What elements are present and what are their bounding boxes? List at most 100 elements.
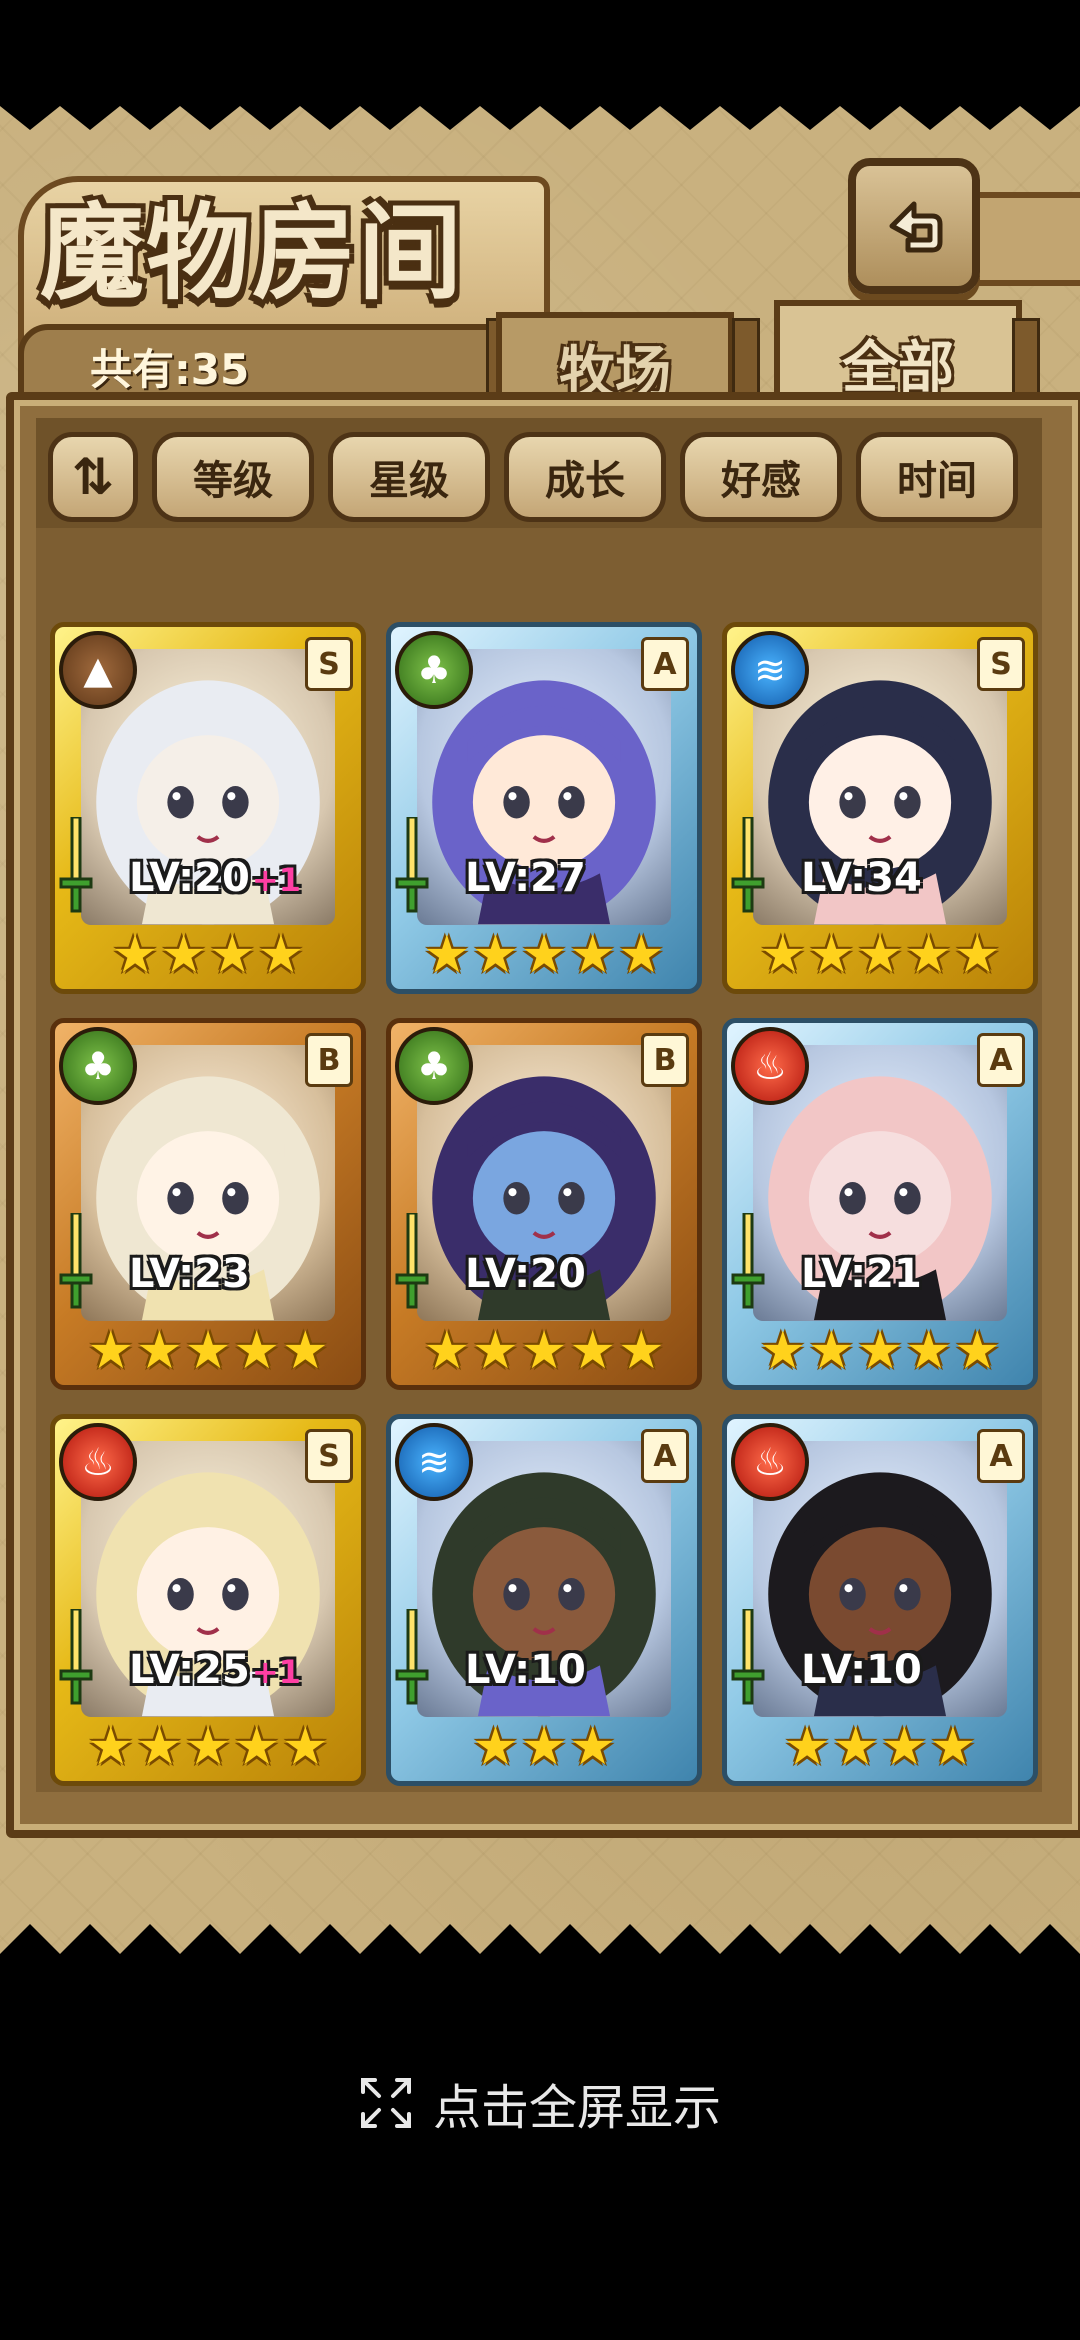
- filter-affection-button[interactable]: 好感: [680, 432, 842, 522]
- star-icon: ★: [617, 1321, 665, 1381]
- rank-badge: B: [305, 1033, 353, 1087]
- star-icon: ★: [233, 1321, 280, 1381]
- earth-element-icon: ▲: [59, 631, 137, 709]
- monster-card[interactable]: ≋ S LV:34 ★ ★ ★ ★ ★: [722, 622, 1038, 994]
- star-icon: ★: [111, 925, 159, 985]
- fullscreen-expand-icon: [360, 2078, 411, 2128]
- sword-icon: [59, 1609, 93, 1705]
- sort-order-toggle[interactable]: ⇅: [48, 432, 138, 522]
- monster-card[interactable]: ♨ A LV:10 ★ ★ ★ ★: [722, 1414, 1038, 1786]
- star-icon: ★: [569, 1717, 616, 1777]
- monster-level-value: LV:10: [465, 1647, 586, 1693]
- torn-paper-edge-bottom: [0, 1924, 1080, 1994]
- star-icon: ★: [929, 1717, 977, 1777]
- star-icon: ★: [136, 1321, 183, 1381]
- rank-badge: S: [305, 1429, 353, 1483]
- star-icon: ★: [472, 1321, 519, 1381]
- star-icon: ★: [520, 1717, 568, 1777]
- monster-count: 共有:35: [90, 345, 250, 394]
- star-rating: ★ ★ ★ ★ ★: [55, 1323, 361, 1379]
- star-icon: ★: [87, 1321, 135, 1381]
- filter-affection-label: 好感: [721, 458, 801, 504]
- monster-card[interactable]: ≋ A LV:10 ★ ★ ★: [386, 1414, 702, 1786]
- monster-level-value: LV:21: [801, 1251, 922, 1297]
- star-icon: ★: [184, 1717, 232, 1777]
- star-rating: ★ ★ ★: [391, 1719, 697, 1775]
- filter-level-button[interactable]: 等级: [152, 432, 314, 522]
- monster-card[interactable]: ♣ B LV:23 ★ ★ ★ ★ ★: [50, 1018, 366, 1390]
- filter-level-label: 等级: [193, 458, 273, 504]
- monster-level-value: LV:23: [129, 1251, 250, 1297]
- star-icon: ★: [856, 1321, 904, 1381]
- star-icon: ★: [520, 1321, 568, 1381]
- rank-badge: A: [977, 1033, 1025, 1087]
- monster-level: LV:25+1: [129, 1647, 301, 1693]
- monster-level: LV:10: [801, 1647, 922, 1693]
- level-bonus: +1: [251, 1653, 301, 1691]
- sword-icon: [731, 1609, 765, 1705]
- star-icon: ★: [808, 1321, 855, 1381]
- wood-element-icon: ♣: [59, 1027, 137, 1105]
- monster-card[interactable]: ♨ A LV:21 ★ ★ ★ ★ ★: [722, 1018, 1038, 1390]
- star-icon: ★: [233, 1717, 280, 1777]
- star-icon: ★: [881, 1717, 928, 1777]
- star-icon: ★: [953, 925, 1001, 985]
- monster-card[interactable]: ♨ S LV:25+1 ★ ★ ★ ★ ★: [50, 1414, 366, 1786]
- filter-star-label: 星级: [369, 458, 449, 504]
- monster-level-value: LV:34: [801, 855, 922, 901]
- star-icon: ★: [617, 925, 665, 985]
- rank-badge: A: [641, 1429, 689, 1483]
- star-icon: ★: [808, 925, 855, 985]
- monster-level: LV:23: [129, 1251, 250, 1297]
- monster-card[interactable]: ♣ B LV:20 ★ ★ ★ ★ ★: [386, 1018, 702, 1390]
- star-rating: ★ ★ ★ ★: [727, 1719, 1033, 1775]
- back-button[interactable]: [848, 158, 980, 294]
- star-icon: ★: [856, 925, 904, 985]
- rank-badge: A: [641, 637, 689, 691]
- star-icon: ★: [87, 1717, 135, 1777]
- monster-level-value: LV:20: [129, 855, 250, 901]
- filter-growth-label: 成长: [545, 458, 625, 504]
- star-icon: ★: [832, 1717, 879, 1777]
- monster-card[interactable]: ▲ S LV:20+1 ★ ★ ★ ★: [50, 622, 366, 994]
- sword-icon: [731, 1213, 765, 1309]
- level-bonus: +1: [251, 861, 301, 899]
- sword-icon: [731, 817, 765, 913]
- page-title: 魔物房间: [40, 191, 465, 314]
- monster-card[interactable]: ♣ A LV:27 ★ ★ ★ ★ ★: [386, 622, 702, 994]
- star-icon: ★: [759, 925, 807, 985]
- monster-level-value: LV:20: [465, 1251, 586, 1297]
- star-icon: ★: [472, 1717, 519, 1777]
- fullscreen-hint[interactable]: 点击全屏显示: [0, 2072, 1080, 2135]
- filter-star-button[interactable]: 星级: [328, 432, 490, 522]
- star-icon: ★: [759, 1321, 807, 1381]
- monster-level-value: LV:25: [129, 1647, 250, 1693]
- filter-time-button[interactable]: 时间: [856, 432, 1018, 522]
- filter-growth-button[interactable]: 成长: [504, 432, 666, 522]
- torn-paper-edge-top: [0, 96, 1080, 130]
- star-icon: ★: [184, 1321, 232, 1381]
- star-icon: ★: [281, 1717, 329, 1777]
- star-rating: ★ ★ ★ ★ ★: [727, 927, 1033, 983]
- star-icon: ★: [520, 925, 568, 985]
- back-arrow-icon: [889, 201, 943, 253]
- rank-badge: S: [977, 637, 1025, 691]
- monster-level: LV:21: [801, 1251, 922, 1297]
- monster-level: LV:10: [465, 1647, 586, 1693]
- filter-time-label: 时间: [897, 458, 977, 504]
- monster-level: LV:34: [801, 855, 922, 901]
- star-icon: ★: [160, 925, 207, 985]
- sword-icon: [395, 1609, 429, 1705]
- fullscreen-hint-label: 点击全屏显示: [432, 2082, 721, 2135]
- wood-element-icon: ♣: [395, 631, 473, 709]
- water-element-icon: ≋: [395, 1423, 473, 1501]
- star-rating: ★ ★ ★ ★ ★: [727, 1323, 1033, 1379]
- star-icon: ★: [423, 1321, 471, 1381]
- fire-element-icon: ♨: [731, 1423, 809, 1501]
- star-icon: ★: [905, 1321, 952, 1381]
- sort-order-icon: ⇅: [72, 448, 114, 506]
- star-icon: ★: [569, 1321, 616, 1381]
- monster-level-value: LV:10: [801, 1647, 922, 1693]
- water-element-icon: ≋: [731, 631, 809, 709]
- star-icon: ★: [209, 925, 256, 985]
